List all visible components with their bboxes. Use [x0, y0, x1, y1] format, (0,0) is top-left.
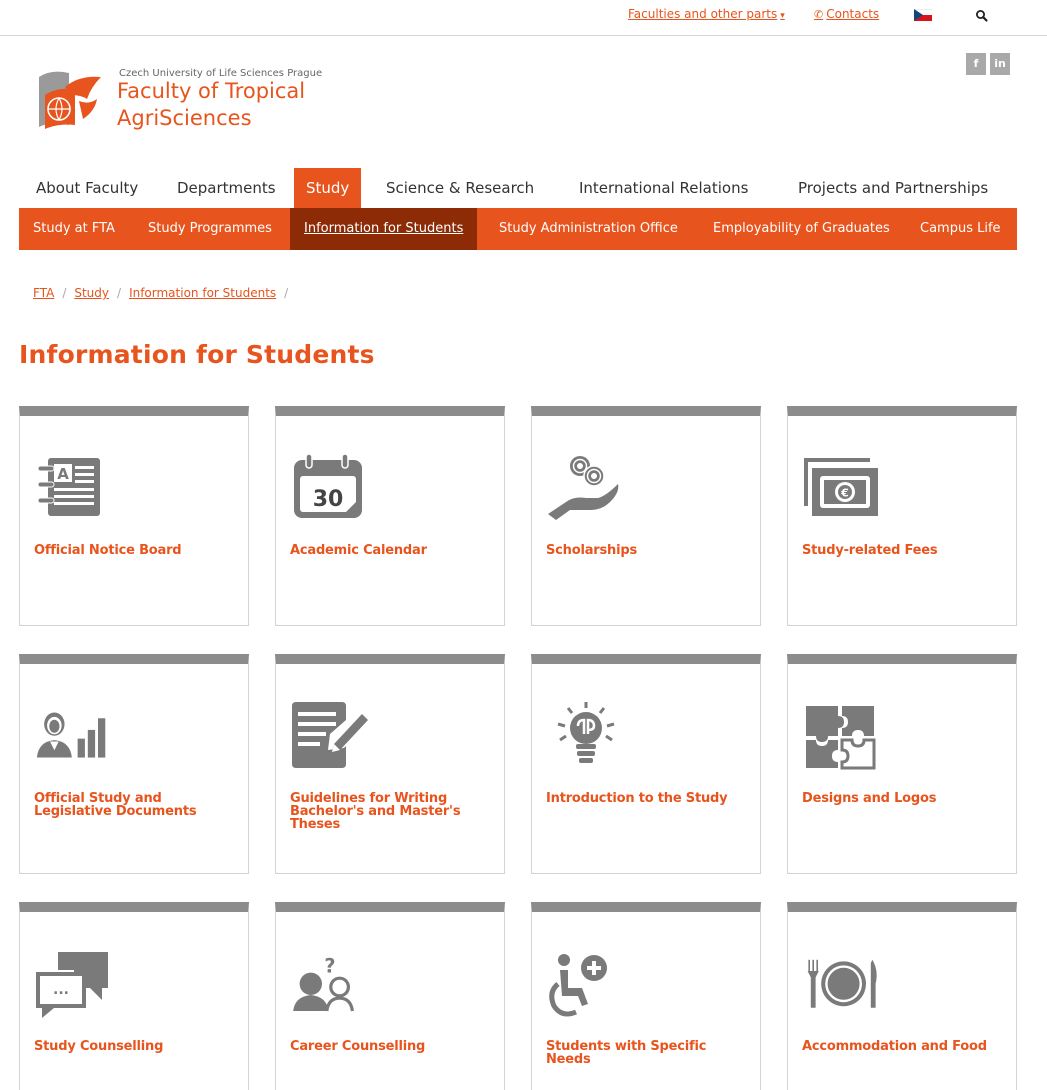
notice-board-icon: A	[37, 458, 100, 516]
calendar-icon: 30	[294, 453, 362, 518]
card-scholarships[interactable]: Scholarships	[531, 406, 761, 626]
card-academic-calendar[interactable]: 30 Academic Calendar	[275, 406, 505, 626]
subnav-item-information-for-students[interactable]: Information for Students	[290, 208, 478, 250]
svg-text:€: €	[840, 487, 849, 500]
coins-hand-icon	[548, 456, 619, 520]
faculty-name-line2: AgriSciences	[117, 106, 252, 130]
card-introduction-to-study[interactable]: Introduction to the Study	[531, 654, 761, 874]
card-label: Guidelines for Writing Bachelor's and Ma…	[290, 791, 461, 832]
nav-item-study[interactable]: Study	[294, 168, 362, 208]
contacts-label: Contacts	[826, 7, 880, 21]
nav-item-international-relations[interactable]: International Relations	[567, 168, 760, 208]
card-label: Career Counselling	[290, 1039, 426, 1054]
card-label: Designs and Logos	[802, 791, 937, 806]
svg-text:A: A	[57, 465, 69, 483]
nav-item-departments[interactable]: Departments	[165, 168, 288, 208]
nav-item-science-research[interactable]: Science & Research	[374, 168, 546, 208]
bubble-dots: ...	[53, 982, 69, 998]
phone-icon: ✆	[814, 8, 824, 21]
card-official-notice-board[interactable]: A Official Notice Board	[19, 406, 249, 626]
breadcrumb-fta[interactable]: FTA	[33, 286, 54, 300]
plate-cutlery-icon	[807, 959, 877, 1008]
facebook-icon[interactable]: f	[966, 53, 986, 75]
university-name: Czech University of Life Sciences Prague	[119, 68, 323, 79]
faculties-link[interactable]: Faculties and other parts ▾	[628, 7, 785, 21]
subnav-item-study-administration-office[interactable]: Study Administration Office	[485, 208, 692, 250]
card-guidelines-theses[interactable]: Guidelines for Writing Bachelor's and Ma…	[275, 654, 505, 874]
faculty-logo[interactable]: Czech University of Life Sciences Prague…	[35, 62, 335, 142]
card-label: Scholarships	[546, 543, 637, 558]
subnav-item-study-at-fta[interactable]: Study at FTA	[19, 208, 129, 250]
chevron-down-icon: ▾	[780, 11, 785, 21]
card-label: Official Notice Board	[34, 543, 182, 558]
page-title: Information for Students	[19, 340, 375, 369]
subnav-item-campus-life[interactable]: Campus Life	[906, 208, 1015, 250]
banknote-icon: €	[804, 458, 878, 516]
card-study-counselling[interactable]: ... Study Counselling	[19, 902, 249, 1090]
contacts-link[interactable]: ✆ Contacts	[814, 7, 879, 21]
document-pencil-icon	[292, 702, 368, 768]
subnav-item-study-programmes[interactable]: Study Programmes	[134, 208, 286, 250]
sub-nav: Study at FTA Study Programmes Informatio…	[19, 208, 1017, 250]
chat-bubbles-icon: ...	[36, 952, 108, 1018]
card-students-specific-needs[interactable]: Students with Specific Needs	[531, 902, 761, 1090]
people-question-icon: ?	[293, 955, 354, 1012]
linkedin-icon[interactable]: in	[990, 53, 1010, 75]
breadcrumb: FTA / Study / Information for Students /	[33, 286, 296, 300]
faculty-name-line1: Faculty of Tropical	[117, 79, 306, 103]
breadcrumb-separator: /	[62, 286, 67, 300]
card-accommodation-and-food[interactable]: Accommodation and Food	[787, 902, 1017, 1090]
card-label: Study-related Fees	[802, 543, 938, 558]
breadcrumb-separator: /	[284, 286, 289, 300]
breadcrumb-study[interactable]: Study	[74, 286, 109, 300]
card-label: Students with Specific Needs	[546, 1039, 707, 1067]
search-icon[interactable]	[975, 9, 989, 23]
card-label: Study Counselling	[34, 1039, 164, 1054]
top-bar: Faculties and other parts ▾ ✆ Contacts	[0, 0, 1047, 36]
lightbulb-icon	[557, 702, 615, 763]
nav-item-projects-partnerships[interactable]: Projects and Partnerships	[786, 168, 1000, 208]
card-label: Official Study and Legislative Documents	[34, 791, 197, 819]
breadcrumb-separator: /	[117, 286, 122, 300]
card-label: Introduction to the Study	[546, 791, 728, 806]
card-career-counselling[interactable]: ? Career Counselling	[275, 902, 505, 1090]
logo-mark-icon	[39, 71, 101, 129]
subnav-item-employability-of-graduates[interactable]: Employability of Graduates	[699, 208, 904, 250]
card-label: Academic Calendar	[290, 543, 427, 558]
card-designs-and-logos[interactable]: Designs and Logos	[787, 654, 1017, 874]
puzzle-icon	[806, 706, 876, 770]
card-study-related-fees[interactable]: € Study-related Fees	[787, 406, 1017, 626]
wheelchair-icon	[549, 954, 607, 1017]
card-label: Accommodation and Food	[802, 1039, 987, 1054]
nav-item-about-faculty[interactable]: About Faculty	[24, 168, 150, 208]
czech-flag-icon[interactable]	[914, 9, 932, 21]
breadcrumb-information-for-students[interactable]: Information for Students	[129, 286, 276, 300]
main-nav: About Faculty Departments Study Science …	[19, 168, 1017, 208]
question-mark: ?	[324, 955, 335, 978]
person-chart-icon	[36, 712, 106, 758]
calendar-day: 30	[313, 487, 344, 512]
faculties-label: Faculties and other parts	[628, 7, 778, 21]
card-official-study-legislative-documents[interactable]: Official Study and Legislative Documents	[19, 654, 249, 874]
